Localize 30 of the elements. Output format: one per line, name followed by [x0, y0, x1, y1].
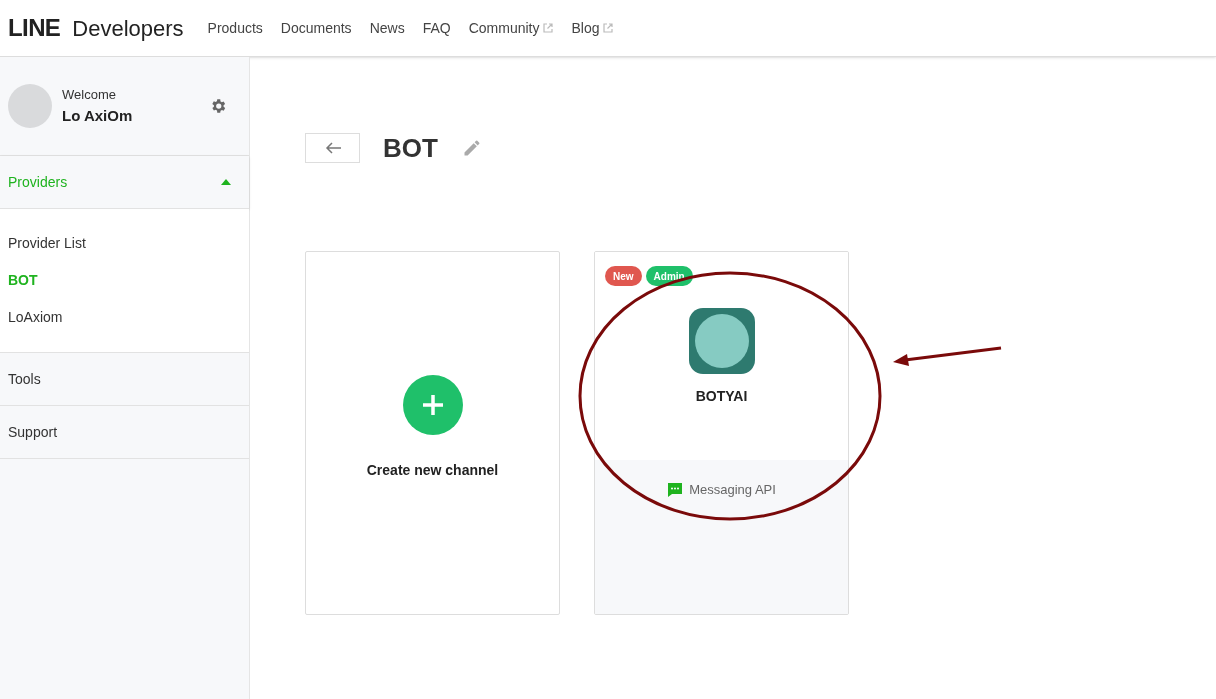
logo-text[interactable]: LINE	[8, 10, 61, 46]
brand-text[interactable]: Developers	[72, 11, 184, 45]
nav-link[interactable]: FAQ	[422, 17, 451, 39]
nav-link[interactable]: Documents	[280, 17, 352, 39]
caret-up-icon	[221, 179, 231, 185]
welcome-text: Welcome	[62, 86, 117, 104]
channel-type: Messaging API	[689, 481, 776, 500]
sidebar-section[interactable]: Support	[0, 406, 249, 459]
back-button[interactable]	[305, 133, 360, 163]
status-badge: New	[605, 266, 642, 286]
nav-link[interactable]: Blog	[571, 17, 614, 39]
create-channel-label: Create new channel	[366, 461, 499, 480]
status-badge: Admin	[645, 266, 693, 286]
provider-link[interactable]: LoAxiom	[0, 299, 249, 336]
create-channel-card[interactable]: Create new channel	[305, 251, 560, 615]
nav-link[interactable]: Community	[468, 17, 554, 39]
channel-logo	[688, 308, 755, 374]
nav-link[interactable]: News	[369, 17, 405, 39]
chat-bubble-icon	[667, 482, 684, 498]
avatar	[8, 84, 52, 128]
provider-link[interactable]: Provider List	[0, 225, 249, 262]
nav-link[interactable]: Products	[207, 17, 263, 39]
channel-card[interactable]: New Admin BOTYAI Messaging API	[594, 251, 849, 615]
external-link-icon	[543, 23, 554, 33]
back-arrow-icon	[324, 142, 341, 154]
user-name: Lo AxiOm	[62, 105, 134, 126]
channel-name: BOTYAI	[695, 387, 748, 406]
external-link-icon	[603, 23, 614, 33]
provider-title: BOT	[383, 131, 438, 165]
sidebar-section[interactable]: Tools	[0, 353, 249, 406]
